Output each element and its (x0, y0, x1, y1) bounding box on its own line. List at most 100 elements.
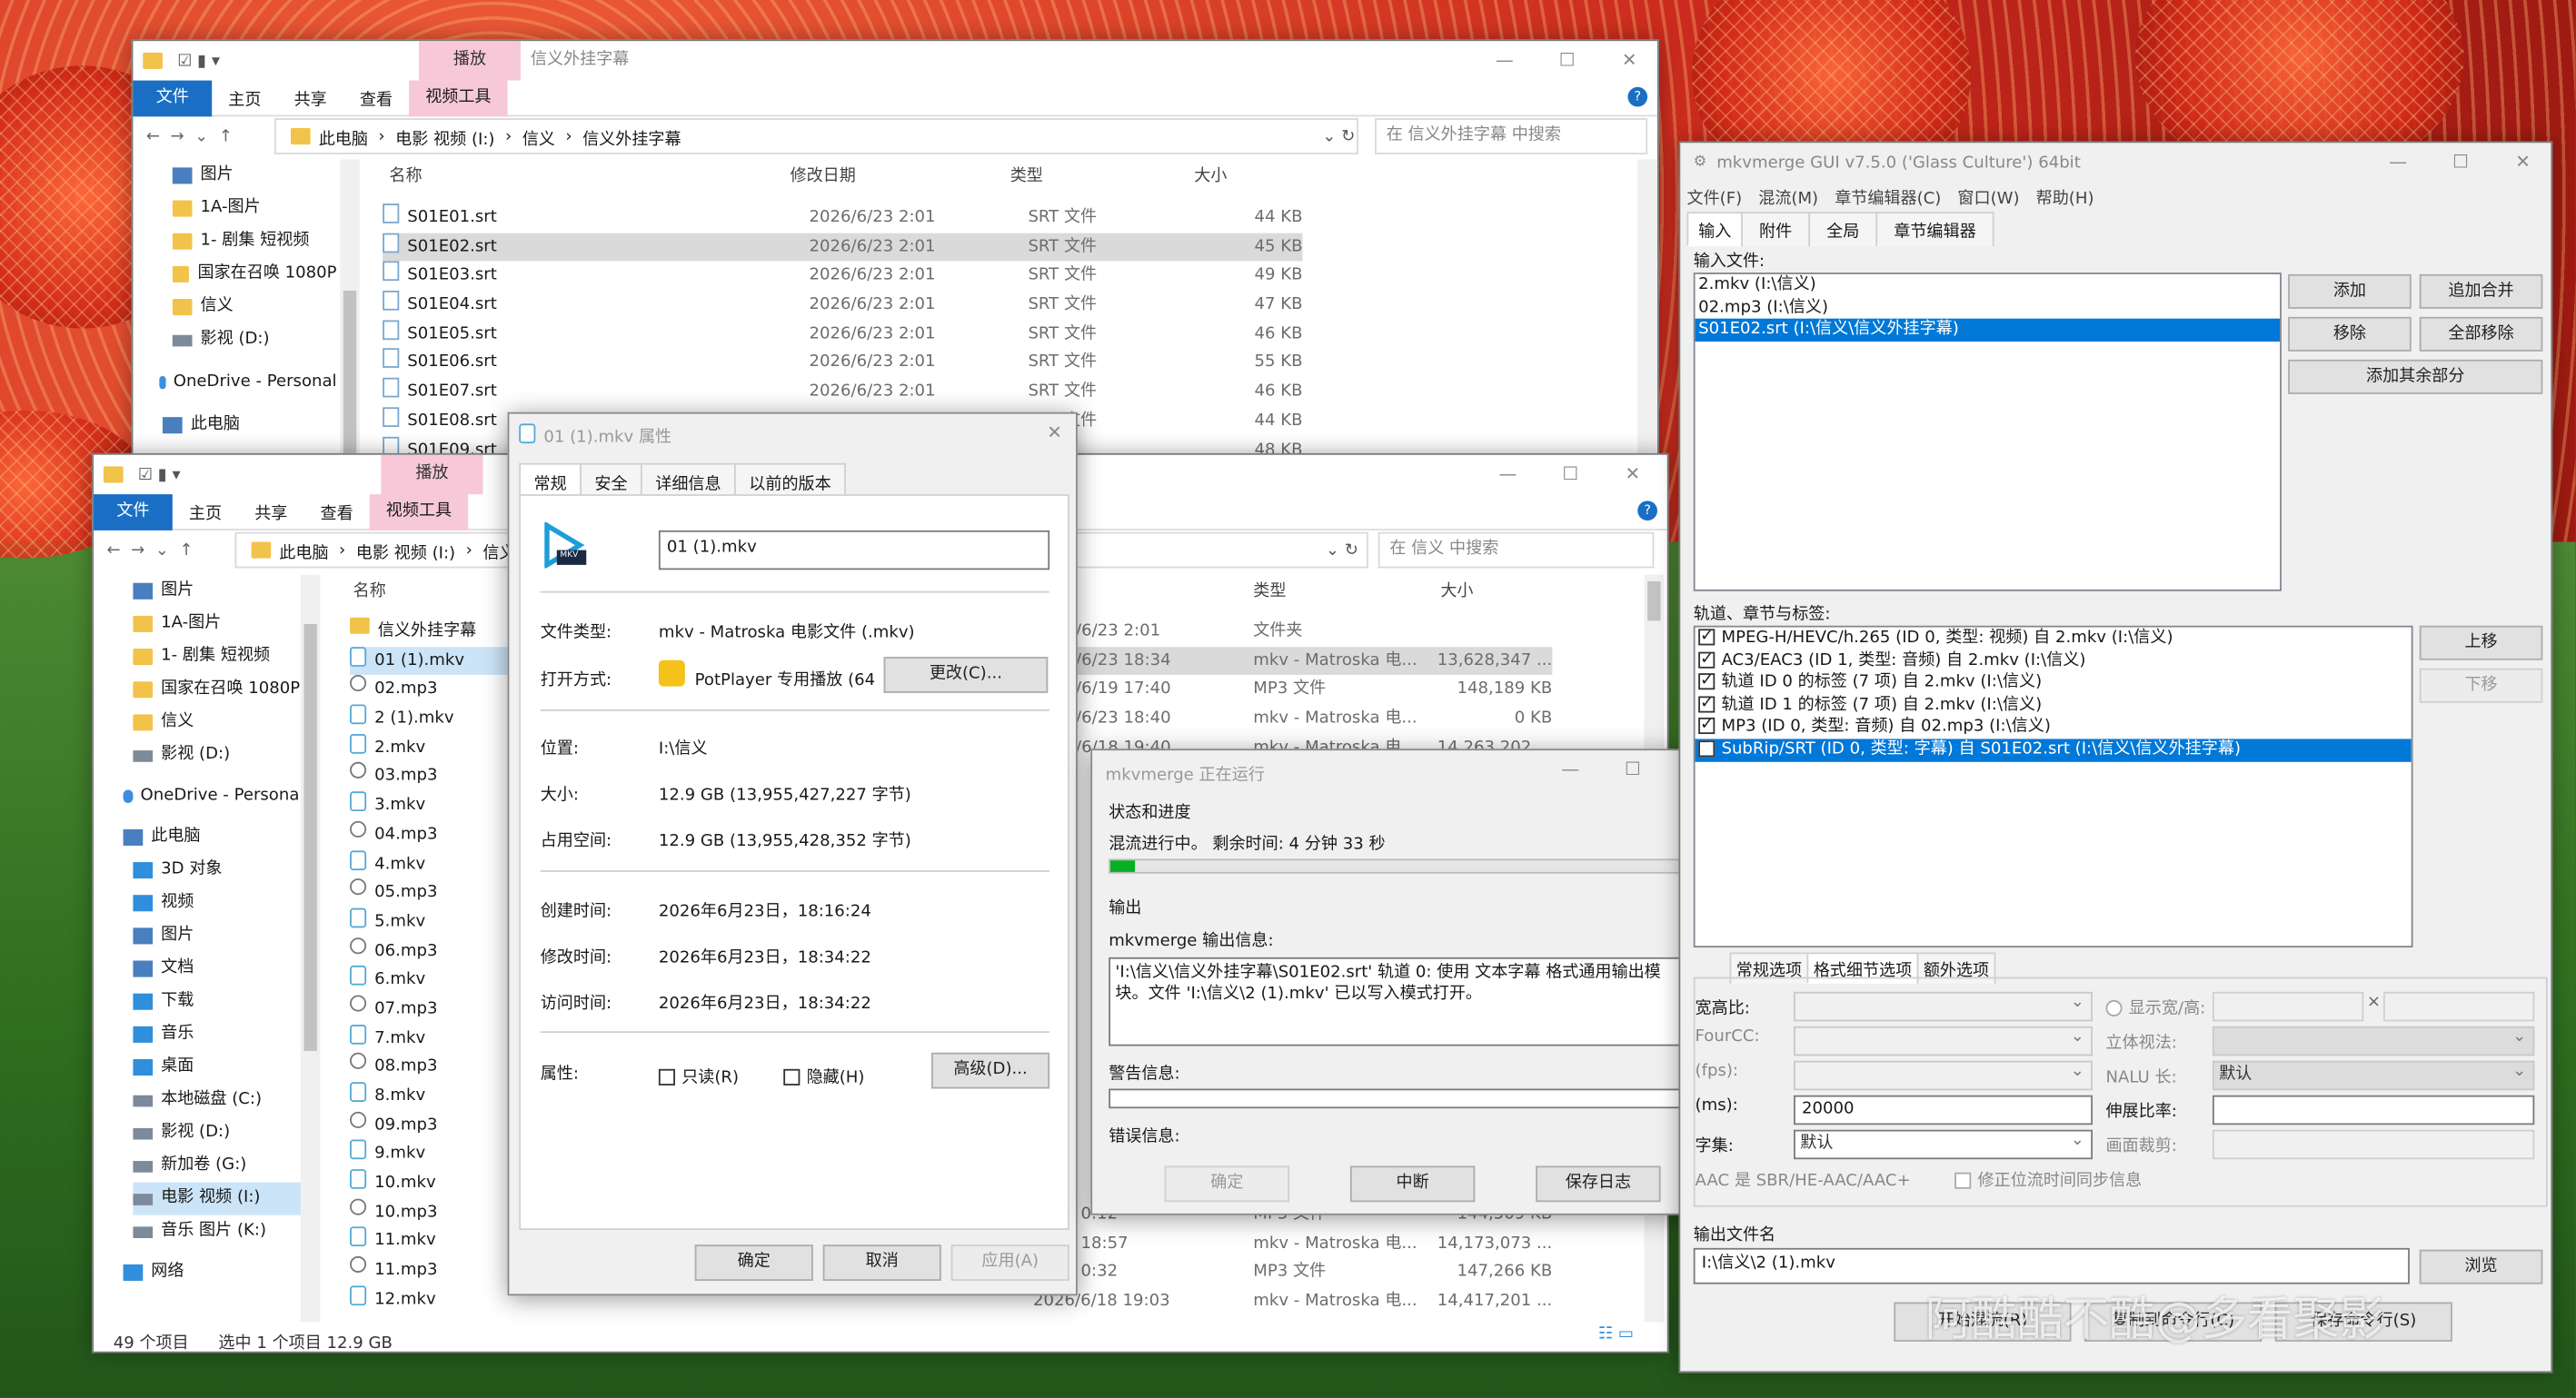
progress-ok-button[interactable]: 确定 (1164, 1165, 1290, 1203)
list-item[interactable]: 2 (1).mkv (350, 704, 514, 734)
input-file-item[interactable]: 02.mp3 (I:\信义) (1696, 296, 2281, 319)
aspect-combo[interactable] (1794, 990, 2094, 1022)
fps-combo[interactable] (1794, 1059, 2094, 1091)
ribbon-tab-video-tools[interactable]: 视频工具 (409, 79, 508, 116)
column-size[interactable]: 大小 (1194, 159, 1227, 195)
move-down-button[interactable]: 下移 (2419, 668, 2543, 703)
stretch-input[interactable] (2212, 1095, 2535, 1125)
list-item[interactable]: 01 (1).mkv (350, 646, 514, 676)
track-item[interactable]: MPEG-H/HEVC/h.265 (ID 0, 类型: 视频) 自 2.mkv… (1696, 628, 2412, 650)
abort-button[interactable]: 中断 (1349, 1165, 1476, 1203)
nav-buttons[interactable]: ← → ⌄ ↑ (146, 118, 233, 154)
tab-global[interactable]: 全局 (1808, 212, 1878, 247)
nav-item[interactable]: 桌面 (133, 1051, 303, 1084)
list-item[interactable]: 4.mkv (350, 849, 514, 878)
breadcrumb-xinyi[interactable]: 信义 (522, 124, 555, 149)
minimize-icon[interactable]: — (1474, 41, 1537, 80)
list-item[interactable]: 2.mkv (350, 733, 514, 763)
nav-item[interactable]: 影视 (D:) (133, 1116, 303, 1149)
nav-item[interactable]: 3D 对象 (133, 854, 303, 887)
nav-item[interactable]: 信义 (133, 706, 303, 739)
save-log-button[interactable]: 保存日志 (1536, 1165, 1661, 1203)
column-name[interactable]: 名称 (353, 575, 386, 611)
breadcrumb-drive[interactable]: 电影 视频 (I:) (356, 538, 455, 562)
table-row[interactable]: S01E01.srt 2026/6/23 2:01 SRT 文件 44 KB (383, 203, 1303, 233)
nav-item-pictures[interactable]: 图片 (172, 159, 337, 192)
maximize-icon[interactable]: ☐ (1539, 455, 1602, 494)
nav-item[interactable]: 新加卷 (G:) (133, 1149, 303, 1182)
list-item[interactable]: 信义外挂字幕 (350, 617, 514, 647)
list-item[interactable]: 11.mkv (350, 1227, 514, 1256)
list-item[interactable]: 02.mp3 (350, 675, 514, 705)
list-item[interactable]: 7.mkv (350, 1024, 514, 1053)
table-row[interactable]: S01E05.srt 2026/6/23 2:01 SRT 文件 46 KB (383, 320, 1303, 349)
input-file-item[interactable]: S01E02.srt (I:\信义\信义外挂字幕) (1695, 319, 2281, 342)
menu-file[interactable]: 文件(F) (1687, 183, 1743, 209)
list-item[interactable]: 10.mkv (350, 1169, 514, 1198)
minimize-icon[interactable]: — (2367, 143, 2430, 182)
ribbon-tab-share[interactable]: 共享 (278, 85, 343, 110)
nav-item[interactable]: 音乐 (133, 1018, 303, 1051)
track-item[interactable]: 轨道 ID 1 的标签 (7 项) 自 2.mkv (I:\信义) (1696, 692, 2412, 717)
ribbon-tab-file[interactable]: 文件 (133, 79, 213, 116)
ok-button[interactable]: 确定 (694, 1244, 813, 1282)
output-filename-input[interactable]: I:\信义\2 (1).mkv (1693, 1247, 2410, 1284)
list-item[interactable]: 11.mp3 (350, 1256, 514, 1285)
apply-button[interactable]: 应用(A) (950, 1244, 1069, 1282)
close-icon[interactable]: ✕ (2491, 143, 2551, 182)
nav-item[interactable]: 本地磁盘 (C:) (133, 1084, 303, 1116)
table-row[interactable]: /6/23 2:01 文件夹 (1076, 618, 1552, 647)
nav-item-drive-d[interactable]: 影视 (D:) (172, 323, 337, 356)
column-type[interactable]: 类型 (1253, 575, 1286, 611)
input-file-item[interactable]: 2.mkv (I:\信义) (1696, 274, 2281, 297)
minimize-icon[interactable]: — (1477, 455, 1539, 494)
cancel-button[interactable]: 取消 (822, 1244, 941, 1282)
table-row[interactable]: S01E06.srt 2026/6/23 2:01 SRT 文件 55 KB (383, 349, 1303, 378)
nav-item[interactable]: 网络 (123, 1256, 304, 1289)
table-row[interactable]: /6/23 0:32MP3 文件147,266 KB (1033, 1258, 1558, 1287)
tab-input[interactable]: 输入 (1686, 212, 1743, 247)
filename-input[interactable]: 01 (1).mkv (658, 530, 1050, 570)
tab-attachments[interactable]: 附件 (1741, 212, 1811, 247)
tracks-list[interactable]: MPEG-H/HEVC/h.265 (ID 0, 类型: 视频) 自 2.mkv… (1693, 625, 2413, 948)
list-item[interactable]: 03.mp3 (350, 762, 514, 792)
maximize-icon[interactable]: ☐ (1536, 41, 1598, 80)
breadcrumb-pc[interactable]: 此电脑 (279, 538, 328, 562)
list-item[interactable]: 06.mp3 (350, 937, 514, 966)
readonly-checkbox[interactable]: 只读(R) (658, 1063, 739, 1087)
add-other-parts-button[interactable]: 添加其余部分 (2288, 359, 2543, 394)
track-item[interactable]: 轨道 ID 0 的标签 (7 项) 自 2.mkv (I:\信义) (1696, 670, 2412, 695)
display-width-input[interactable] (2212, 991, 2364, 1022)
table-row[interactable]: /6/18 18:57 mkv - Matroska 电... 14,173,073… (1033, 1229, 1558, 1258)
refresh-icon[interactable]: ⌄ ↻ (1326, 532, 1358, 569)
ribbon-tab-home[interactable]: 主页 (173, 500, 238, 524)
nav-item[interactable]: 此电脑 (123, 821, 304, 854)
context-tab-play[interactable]: 播放 (381, 454, 483, 495)
nav-item[interactable]: 1- 剧集 短视频 (133, 640, 303, 673)
close-icon[interactable]: ✕ (1598, 41, 1657, 80)
crop-input[interactable] (2212, 1129, 2535, 1160)
view-toggle-icons[interactable]: ☷ ▭ (1598, 1325, 1654, 1348)
help-icon[interactable]: ? (1627, 86, 1648, 107)
list-item[interactable]: 3.mkv (350, 791, 514, 821)
nav-item[interactable]: 下载 (133, 986, 303, 1018)
list-item[interactable]: 6.mkv (350, 966, 514, 995)
output-info-text[interactable]: 'I:\信义\信义外挂字幕\S01E02.srt' 轨道 0: 使用 文本字幕 … (1109, 957, 1717, 1046)
table-row[interactable]: S01E03.srt 2026/6/23 2:01 SRT 文件 49 KB (383, 262, 1303, 291)
ribbon-tab-video-tools[interactable]: 视频工具 (369, 493, 469, 530)
nav-item[interactable]: 影视 (D:) (133, 739, 303, 771)
table-row[interactable]: /6/19 17:40 MP3 文件 148,189 KB (1076, 676, 1552, 705)
list-item[interactable]: 10.mp3 (350, 1198, 514, 1227)
file-scrollbar[interactable] (1637, 159, 1657, 465)
nav-buttons[interactable]: ← → ⌄ ↑ (107, 532, 194, 569)
track-checkbox[interactable] (1698, 648, 1716, 670)
list-item[interactable]: 04.mp3 (350, 820, 514, 850)
list-item[interactable]: 8.mkv (350, 1082, 514, 1111)
menu-help[interactable]: 帮助(H) (2036, 183, 2094, 209)
charset-combo[interactable]: 默认 (1794, 1128, 2094, 1160)
browse-button[interactable]: 浏览 (2419, 1249, 2543, 1284)
nav-item[interactable]: 图片 (133, 575, 303, 608)
add-button[interactable]: 添加 (2288, 273, 2412, 309)
hidden-checkbox[interactable]: 隐藏(H) (783, 1063, 864, 1087)
ribbon-tab-home[interactable]: 主页 (212, 85, 277, 110)
